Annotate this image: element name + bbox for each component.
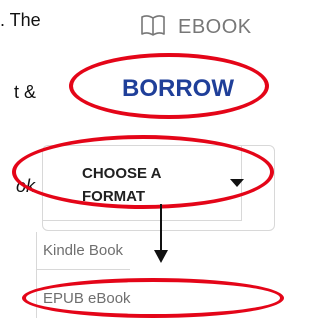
chevron-down-icon: [230, 179, 244, 187]
borrow-button[interactable]: BORROW: [98, 64, 258, 114]
format-option-kindle[interactable]: Kindle Book: [43, 242, 123, 259]
annotation-arrow-head: [154, 250, 168, 263]
body-text-fragment: t &: [14, 82, 37, 102]
body-text-fragment: ok: [16, 176, 36, 196]
annotation-arrow-line: [160, 204, 162, 252]
ebook-format-indicator: EBOOK: [140, 14, 252, 41]
choose-format-label: CHOOSE A FORMAT: [82, 165, 161, 205]
ebook-label: EBOOK: [178, 16, 252, 38]
format-option-epub[interactable]: EPUB eBook: [43, 290, 131, 307]
option-divider: [36, 269, 130, 270]
open-book-icon: [140, 14, 166, 41]
body-text-fragment: . The: [0, 10, 41, 30]
